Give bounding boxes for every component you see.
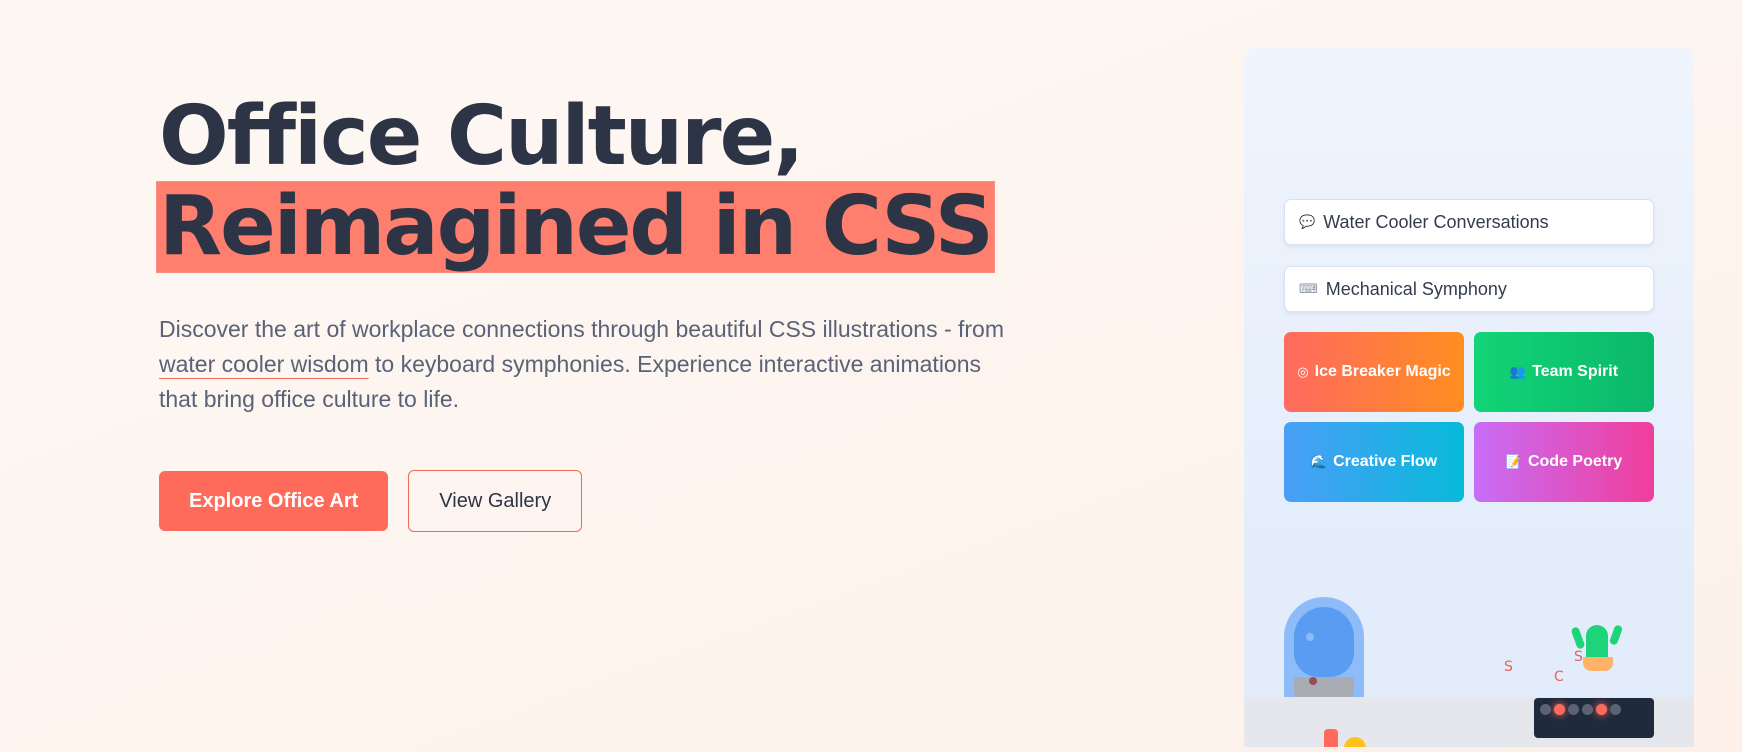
target-icon: ◎: [1297, 364, 1309, 379]
code-poetry-card[interactable]: 📝 Code Poetry: [1474, 422, 1654, 502]
view-gallery-button[interactable]: View Gallery: [408, 470, 583, 532]
hero-title: Office Culture, Reimagined in CSS: [157, 89, 1039, 274]
hero-description-text: Discover the art of workplace connection…: [159, 316, 1005, 342]
ice-breaker-magic-card[interactable]: ◎ Ice Breaker Magic: [1284, 332, 1464, 412]
hero-description: Discover the art of workplace connection…: [159, 312, 1009, 417]
keyboard-icon: ⌨: [1299, 281, 1318, 296]
keyboard-key-lit: [1596, 704, 1607, 715]
cactus-arm: [1570, 626, 1586, 650]
water-bottle-illustration: [1294, 607, 1354, 677]
water-cooler-tap: [1309, 677, 1317, 685]
hero-title-line-1: Office Culture,: [159, 89, 804, 184]
pill-label: Mechanical Symphony: [1325, 278, 1507, 299]
pill-label: Water Cooler Conversations: [1323, 211, 1549, 232]
water-bubble: [1306, 633, 1314, 641]
explore-office-art-button[interactable]: Explore Office Art: [159, 471, 389, 531]
card-label: Code Poetry: [1527, 453, 1623, 470]
floating-letter: S: [1504, 659, 1513, 675]
keyboard-key-lit: [1554, 704, 1565, 715]
water-cooler-link: water cooler wisdom: [159, 351, 369, 377]
illustration-panel: 💬 Water Cooler Conversations ⌨ Mechanica…: [1244, 47, 1694, 747]
keyboard-key: [1568, 704, 1579, 715]
keyboard-key: [1540, 704, 1551, 715]
cactus-arm: [1608, 624, 1624, 646]
people-icon: 👥: [1509, 364, 1527, 379]
floating-letter: S: [1574, 649, 1583, 665]
cta-row: Explore Office Art View Gallery: [159, 470, 1039, 532]
keyboard-key: [1610, 704, 1621, 715]
team-spirit-card[interactable]: 👥 Team Spirit: [1474, 332, 1654, 412]
wave-icon: 🌊: [1310, 454, 1328, 469]
memo-icon: 📝: [1505, 454, 1522, 469]
card-label: Ice Breaker Magic: [1314, 363, 1451, 380]
hero-title-highlight: Reimagined in CSS: [157, 179, 994, 274]
keyboard-illustration: [1534, 698, 1654, 738]
cactus-pot: [1583, 657, 1613, 671]
mug-illustration: [1324, 729, 1338, 747]
speech-bubble-icon: 💬: [1299, 214, 1316, 229]
mechanical-symphony-pill[interactable]: ⌨ Mechanical Symphony: [1284, 266, 1654, 312]
water-cooler-base: [1294, 677, 1354, 697]
card-label: Creative Flow: [1333, 453, 1438, 470]
card-label: Team Spirit: [1532, 363, 1619, 380]
keyboard-key: [1582, 704, 1593, 715]
creative-flow-card[interactable]: 🌊 Creative Flow: [1284, 422, 1464, 502]
hero-section: Office Culture, Reimagined in CSS Discov…: [157, 89, 1039, 532]
water-cooler-conversations-pill[interactable]: 💬 Water Cooler Conversations: [1284, 199, 1654, 245]
floating-letter: C: [1554, 669, 1564, 685]
